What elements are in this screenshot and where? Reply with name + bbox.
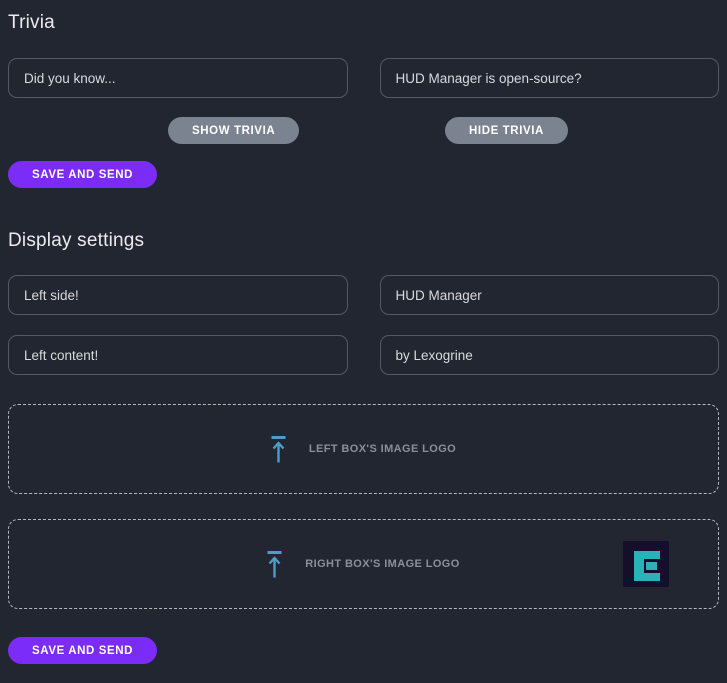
- right-side-title-input[interactable]: [380, 275, 720, 315]
- display-inputs-row-1: [8, 275, 719, 315]
- left-box-image-logo-dropzone[interactable]: LEFT BOX'S IMAGE LOGO: [8, 404, 719, 494]
- upload-icon: [271, 436, 286, 463]
- trivia-answer-input[interactable]: [380, 58, 720, 98]
- lexogrine-e-logo: [623, 541, 669, 587]
- upload-icon: [267, 551, 282, 578]
- trivia-section-title: Trivia: [8, 12, 719, 33]
- right-side-content-input[interactable]: [380, 335, 720, 375]
- left-box-upload-label: LEFT BOX'S IMAGE LOGO: [309, 443, 456, 455]
- display-inputs-row-2: [8, 335, 719, 375]
- trivia-buttons-row: SHOW TRIVIA HIDE TRIVIA: [8, 117, 719, 144]
- right-box-image-logo-dropzone[interactable]: RIGHT BOX'S IMAGE LOGO: [8, 519, 719, 609]
- trivia-inputs-row: [8, 58, 719, 98]
- trivia-save-and-send-button[interactable]: SAVE AND SEND: [8, 161, 157, 188]
- hide-trivia-button[interactable]: HIDE TRIVIA: [445, 117, 568, 144]
- show-trivia-button[interactable]: SHOW TRIVIA: [168, 117, 299, 144]
- display-save-and-send-button[interactable]: SAVE AND SEND: [8, 637, 157, 664]
- display-settings-section-title: Display settings: [8, 230, 719, 251]
- right-box-upload-label: RIGHT BOX'S IMAGE LOGO: [305, 558, 459, 570]
- left-side-title-input[interactable]: [8, 275, 348, 315]
- settings-page: Trivia SHOW TRIVIA HIDE TRIVIA SAVE AND …: [0, 0, 727, 664]
- left-side-content-input[interactable]: [8, 335, 348, 375]
- trivia-question-input[interactable]: [8, 58, 348, 98]
